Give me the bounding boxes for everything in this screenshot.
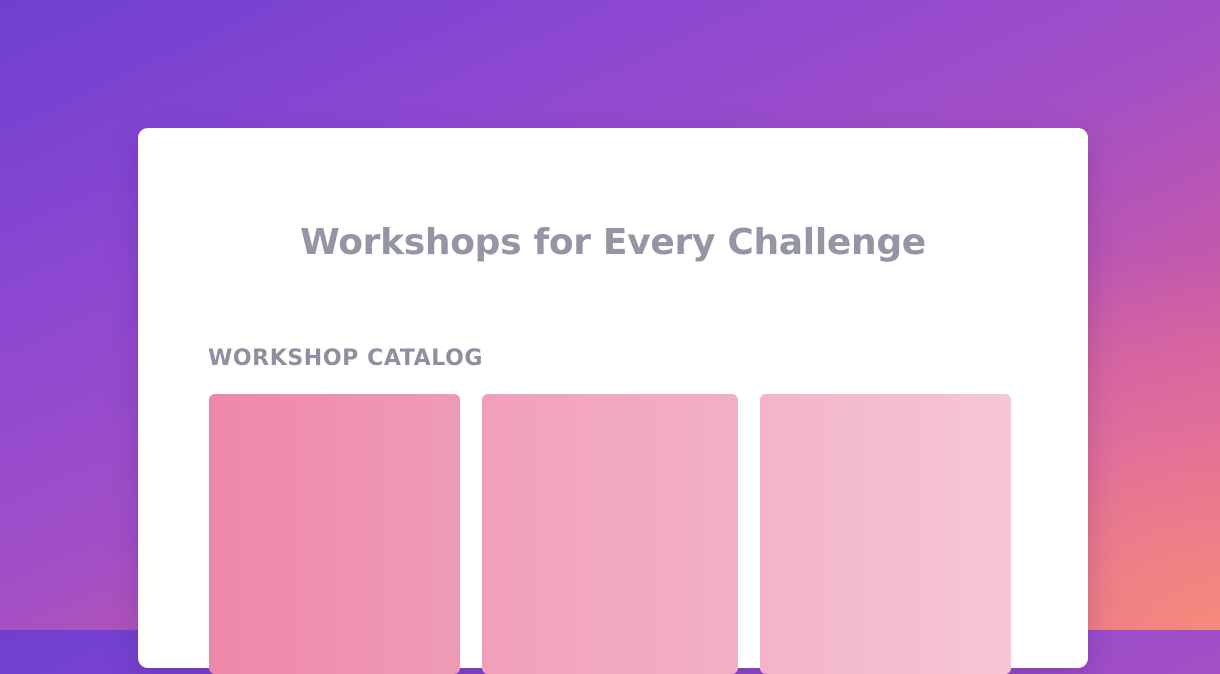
workshop-card-1[interactable]	[209, 394, 460, 674]
workshops-card: Workshops for Every Challenge WORKSHOP C…	[138, 128, 1088, 674]
page-title: Workshops for Every Challenge	[300, 222, 926, 263]
workshop-card-3[interactable]	[760, 394, 1011, 674]
catalog-section-label: WORKSHOP CATALOG	[208, 346, 484, 371]
workshop-card-2[interactable]	[482, 394, 738, 674]
